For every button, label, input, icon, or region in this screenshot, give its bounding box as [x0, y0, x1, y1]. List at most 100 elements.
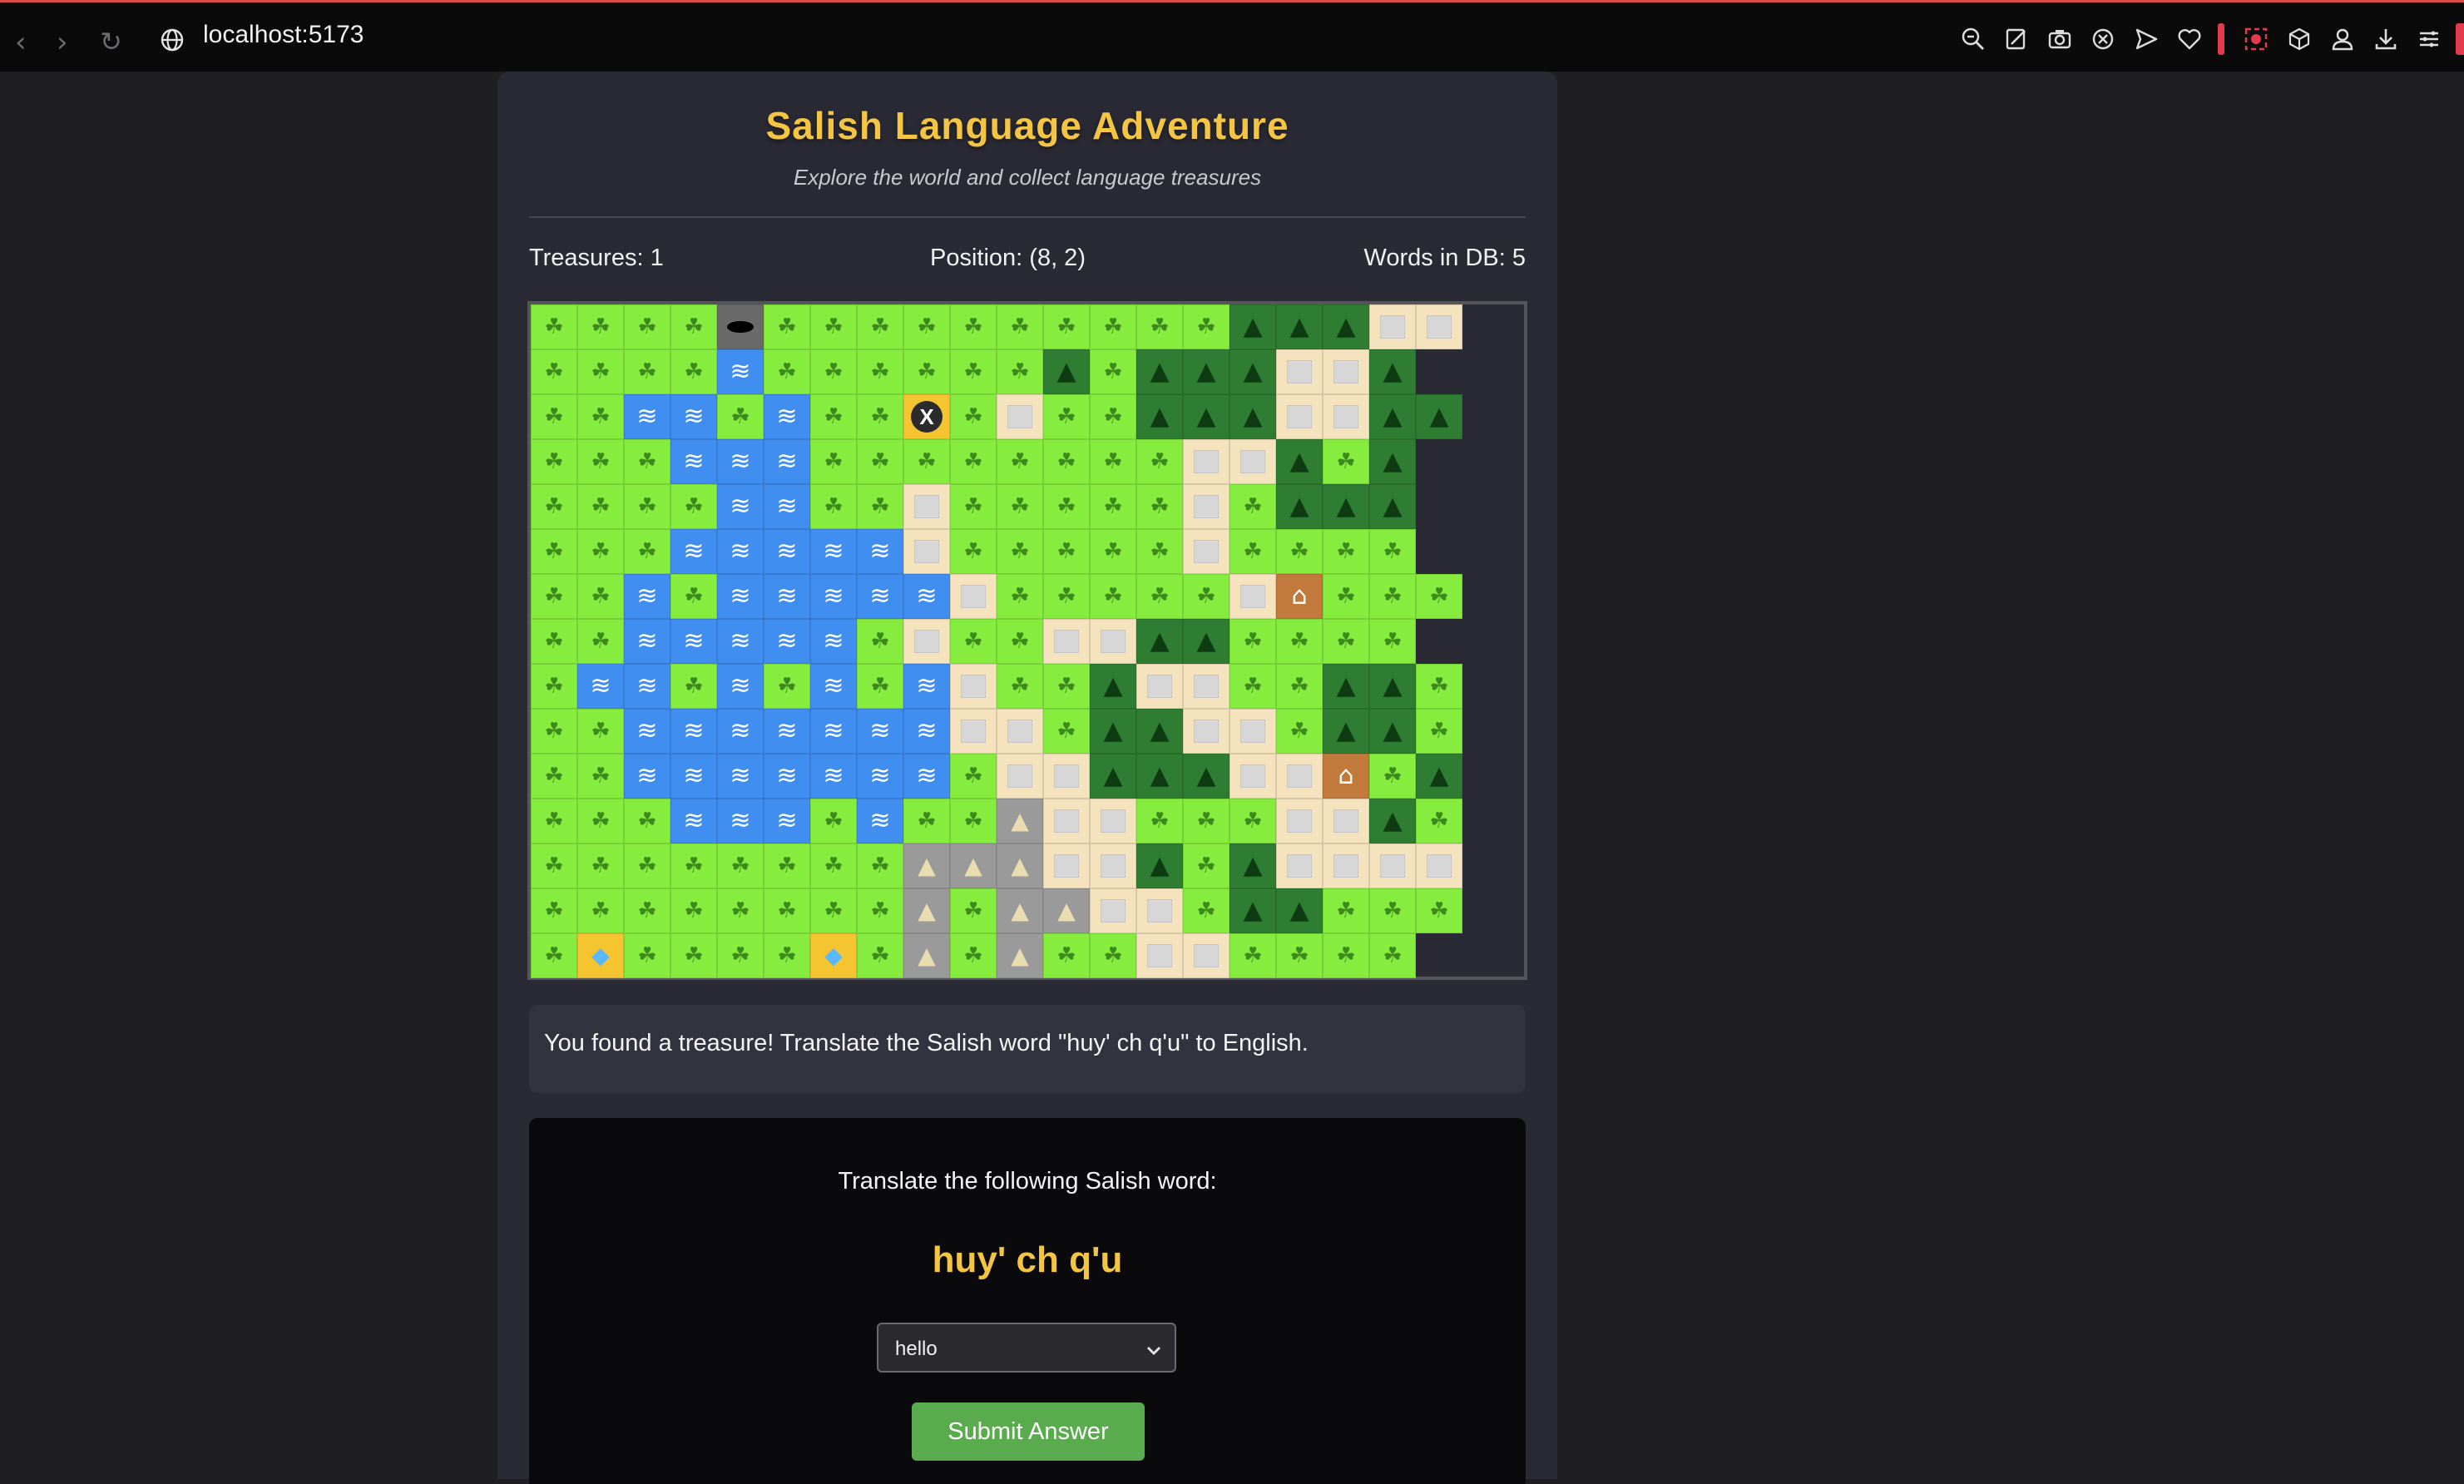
- grass-tile[interactable]: ☘: [1369, 933, 1416, 978]
- grass-tile[interactable]: ☘: [624, 349, 670, 394]
- grass-tile[interactable]: ☘: [1043, 529, 1090, 574]
- player-tile[interactable]: X: [903, 394, 950, 439]
- grass-tile[interactable]: ☘: [1416, 799, 1462, 843]
- grass-tile[interactable]: ☘: [577, 304, 624, 349]
- grass-tile[interactable]: ☘: [764, 888, 810, 933]
- grass-tile[interactable]: ☘: [531, 484, 577, 529]
- grass-tile[interactable]: ☘: [670, 888, 717, 933]
- grass-tile[interactable]: ☘: [997, 574, 1043, 619]
- grass-tile[interactable]: ☘: [624, 933, 670, 978]
- grass-tile[interactable]: ☘: [1090, 349, 1136, 394]
- water-tile[interactable]: ≋: [624, 574, 670, 619]
- grass-tile[interactable]: ☘: [1043, 484, 1090, 529]
- grass-tile[interactable]: ☘: [531, 439, 577, 484]
- sand-tile[interactable]: [1230, 574, 1276, 619]
- grass-tile[interactable]: ☘: [950, 619, 997, 664]
- grass-tile[interactable]: ☘: [857, 394, 903, 439]
- grass-tile[interactable]: ☘: [1323, 574, 1369, 619]
- grass-tile[interactable]: ☘: [997, 349, 1043, 394]
- grass-tile[interactable]: ☘: [857, 888, 903, 933]
- forest-tile[interactable]: ▲: [1276, 484, 1323, 529]
- grass-tile[interactable]: ☘: [857, 933, 903, 978]
- shield-icon[interactable]: [2081, 22, 2125, 56]
- water-tile[interactable]: ≋: [810, 529, 857, 574]
- grass-tile[interactable]: ☘: [764, 933, 810, 978]
- grass-tile[interactable]: ☘: [1230, 484, 1276, 529]
- water-tile[interactable]: ≋: [717, 619, 764, 664]
- grass-tile[interactable]: ☘: [1230, 664, 1276, 709]
- forest-tile[interactable]: ▲: [1136, 394, 1183, 439]
- grass-tile[interactable]: ☘: [1230, 933, 1276, 978]
- water-tile[interactable]: ≋: [764, 529, 810, 574]
- grass-tile[interactable]: ☘: [1043, 664, 1090, 709]
- grass-tile[interactable]: ☘: [624, 484, 670, 529]
- sand-tile[interactable]: [1230, 754, 1276, 799]
- sand-tile[interactable]: [950, 709, 997, 754]
- sand-tile[interactable]: [1276, 843, 1323, 888]
- grass-tile[interactable]: ☘: [997, 664, 1043, 709]
- forest-tile[interactable]: ▲: [1090, 664, 1136, 709]
- grass-tile[interactable]: ☘: [1276, 933, 1323, 978]
- forest-tile[interactable]: ▲: [1369, 664, 1416, 709]
- grass-tile[interactable]: ☘: [531, 529, 577, 574]
- grass-tile[interactable]: ☘: [1323, 619, 1369, 664]
- sand-tile[interactable]: [1369, 304, 1416, 349]
- sand-tile[interactable]: [997, 709, 1043, 754]
- grass-tile[interactable]: ☘: [810, 843, 857, 888]
- grass-tile[interactable]: ☘: [577, 439, 624, 484]
- forest-tile[interactable]: ▲: [1230, 349, 1276, 394]
- sand-tile[interactable]: [1323, 843, 1369, 888]
- grass-tile[interactable]: ☘: [1183, 799, 1230, 843]
- forest-tile[interactable]: ▲: [1230, 843, 1276, 888]
- forest-tile[interactable]: ▲: [1369, 349, 1416, 394]
- water-tile[interactable]: ≋: [670, 529, 717, 574]
- grass-tile[interactable]: ☘: [1183, 888, 1230, 933]
- sand-tile[interactable]: [903, 529, 950, 574]
- grass-tile[interactable]: ☘: [1369, 574, 1416, 619]
- grass-tile[interactable]: ☘: [717, 933, 764, 978]
- forest-tile[interactable]: ▲: [1136, 619, 1183, 664]
- record-icon[interactable]: [2234, 22, 2278, 56]
- water-tile[interactable]: ≋: [717, 439, 764, 484]
- forest-tile[interactable]: ▲: [1136, 754, 1183, 799]
- grass-tile[interactable]: ☘: [577, 843, 624, 888]
- grass-tile[interactable]: ☘: [903, 304, 950, 349]
- grass-tile[interactable]: ☘: [857, 619, 903, 664]
- grass-tile[interactable]: ☘: [810, 484, 857, 529]
- mountain-tile[interactable]: ▲: [950, 843, 997, 888]
- grass-tile[interactable]: ☘: [857, 484, 903, 529]
- water-tile[interactable]: ≋: [764, 709, 810, 754]
- grass-tile[interactable]: ☘: [1043, 574, 1090, 619]
- forest-tile[interactable]: ▲: [1369, 484, 1416, 529]
- grass-tile[interactable]: ☘: [531, 843, 577, 888]
- grass-tile[interactable]: ☘: [1136, 304, 1183, 349]
- grass-tile[interactable]: ☘: [903, 349, 950, 394]
- sand-tile[interactable]: [1183, 529, 1230, 574]
- grass-tile[interactable]: ☘: [1183, 304, 1230, 349]
- grass-tile[interactable]: ☘: [997, 484, 1043, 529]
- grass-tile[interactable]: ☘: [950, 888, 997, 933]
- water-tile[interactable]: ≋: [810, 709, 857, 754]
- water-tile[interactable]: ≋: [857, 754, 903, 799]
- water-tile[interactable]: ≋: [857, 574, 903, 619]
- grass-tile[interactable]: ☘: [1043, 304, 1090, 349]
- grass-tile[interactable]: ☘: [857, 439, 903, 484]
- water-tile[interactable]: ≋: [577, 664, 624, 709]
- grass-tile[interactable]: ☘: [670, 304, 717, 349]
- forest-tile[interactable]: ▲: [1276, 888, 1323, 933]
- grass-tile[interactable]: ☘: [717, 394, 764, 439]
- grass-tile[interactable]: ☘: [997, 439, 1043, 484]
- sand-tile[interactable]: [1416, 843, 1462, 888]
- water-tile[interactable]: ≋: [717, 484, 764, 529]
- water-tile[interactable]: ≋: [670, 394, 717, 439]
- sand-tile[interactable]: [1276, 754, 1323, 799]
- water-tile[interactable]: ≋: [624, 709, 670, 754]
- download-icon[interactable]: [2364, 22, 2407, 56]
- forest-tile[interactable]: ▲: [1323, 484, 1369, 529]
- water-tile[interactable]: ≋: [624, 664, 670, 709]
- sand-tile[interactable]: [1183, 709, 1230, 754]
- water-tile[interactable]: ≋: [764, 754, 810, 799]
- water-tile[interactable]: ≋: [903, 664, 950, 709]
- water-tile[interactable]: ≋: [810, 754, 857, 799]
- forest-tile[interactable]: ▲: [1183, 394, 1230, 439]
